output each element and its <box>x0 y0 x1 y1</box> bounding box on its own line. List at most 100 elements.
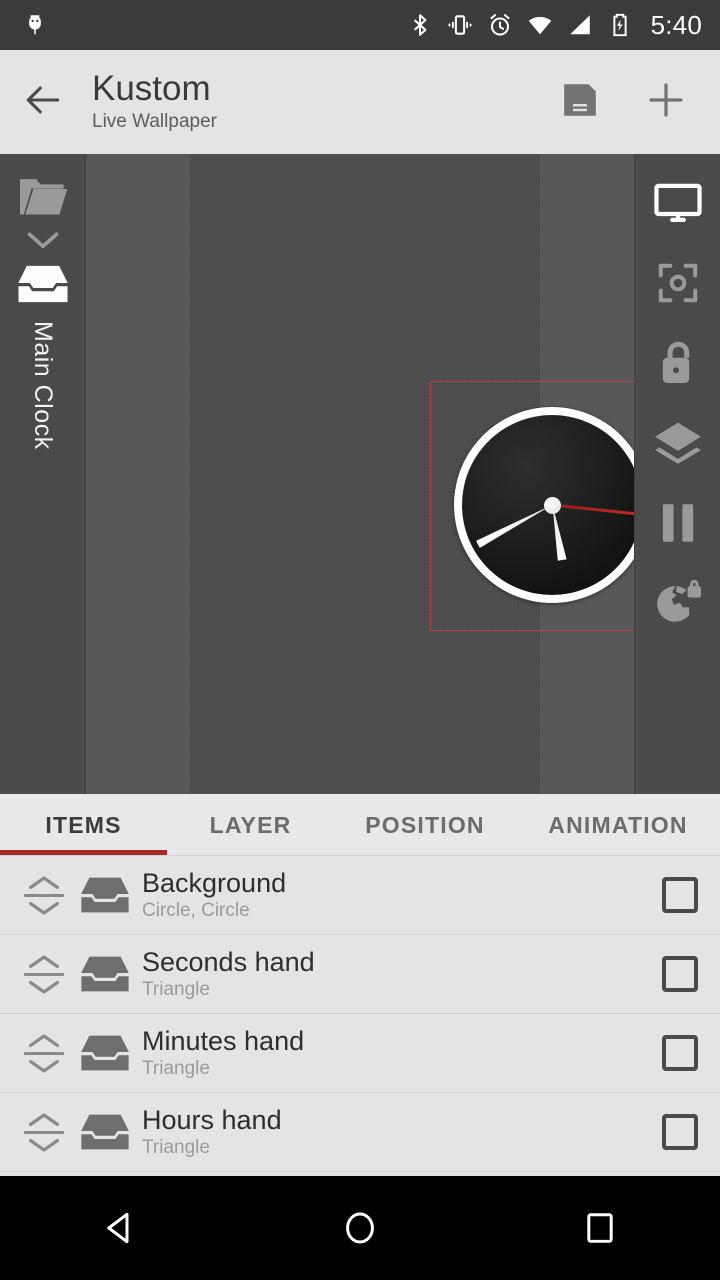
row-checkbox[interactable] <box>662 877 698 913</box>
row-subtitle: Triangle <box>142 1137 210 1159</box>
row-title: Background <box>142 867 287 898</box>
save-icon <box>558 78 602 127</box>
row-checkbox[interactable] <box>662 1114 698 1150</box>
inbox-icon <box>81 877 129 913</box>
battery-charging-icon <box>607 12 633 38</box>
chevron-up-icon <box>29 875 59 889</box>
save-button[interactable] <box>552 74 608 130</box>
back-arrow-icon <box>21 78 65 127</box>
wifi-icon <box>527 12 553 38</box>
wallpaper-preview[interactable]: Main Clock <box>0 154 720 794</box>
alarm-icon <box>487 12 513 38</box>
row-icon <box>72 874 138 916</box>
row-icon <box>72 1111 138 1153</box>
folder-button[interactable] <box>16 176 70 223</box>
android-debug-icon <box>22 12 48 38</box>
drag-divider <box>24 893 64 897</box>
unlock-icon <box>655 339 701 392</box>
unlock-button[interactable] <box>649 338 707 392</box>
inbox-icon <box>81 1035 129 1071</box>
tab-bar: ITEMS LAYER POSITION ANIMATION <box>0 794 720 856</box>
chevron-up-icon <box>29 1033 59 1047</box>
chevron-down-icon <box>29 1059 59 1073</box>
drag-divider <box>24 1130 64 1134</box>
nav-home-icon <box>346 1212 374 1244</box>
row-title: Hours hand <box>142 1104 282 1135</box>
status-bar-right: 5:40 <box>407 10 720 41</box>
row-subtitle: Triangle <box>142 1058 210 1080</box>
layers-icon <box>653 420 703 471</box>
row-checkbox[interactable] <box>662 956 698 992</box>
globe-lock-icon <box>653 579 703 631</box>
drag-divider <box>24 1051 64 1055</box>
global-lock-button[interactable] <box>649 578 707 632</box>
module-label: Main Clock <box>29 321 57 450</box>
folder-icon <box>16 179 70 222</box>
chevron-up-icon <box>29 1112 59 1126</box>
row-text: Minutes hand Triangle <box>142 1026 304 1080</box>
table-row[interactable]: Hours hand Triangle <box>0 1093 720 1172</box>
tab-position[interactable]: POSITION <box>334 794 516 855</box>
clock-widget[interactable] <box>454 407 650 603</box>
drag-handle[interactable] <box>16 875 72 916</box>
row-title: Seconds hand <box>142 946 315 977</box>
row-icon <box>72 1032 138 1074</box>
nav-home-button[interactable] <box>300 1176 420 1280</box>
back-button[interactable] <box>0 50 86 154</box>
app-bar: Kustom Live Wallpaper <box>0 50 720 154</box>
table-row[interactable]: Minutes hand Triangle <box>0 1014 720 1093</box>
items-list: Background Circle, Circle Seconds hand T… <box>0 856 720 1176</box>
center-focus-button[interactable] <box>649 258 707 312</box>
status-bar-left <box>0 12 48 38</box>
clock-minute-hand <box>476 501 554 547</box>
row-text: Background Circle, Circle <box>142 868 286 922</box>
nav-recents-button[interactable] <box>540 1176 660 1280</box>
row-checkbox[interactable] <box>662 1035 698 1071</box>
row-subtitle: Triangle <box>142 979 210 1001</box>
wallpaper-canvas[interactable] <box>190 154 678 794</box>
tab-items[interactable]: ITEMS <box>0 794 167 855</box>
row-subtitle: Circle, Circle <box>142 900 250 922</box>
add-button[interactable] <box>638 74 694 130</box>
table-row[interactable]: Seconds hand Triangle <box>0 935 720 1014</box>
bluetooth-icon <box>407 12 433 38</box>
screen-preview-button[interactable] <box>649 178 707 232</box>
nav-back-button[interactable] <box>60 1176 180 1280</box>
chevron-down-icon <box>29 1138 59 1152</box>
system-nav-bar <box>0 1176 720 1280</box>
pause-button[interactable] <box>649 498 707 552</box>
status-bar: 5:40 <box>0 0 720 50</box>
clock-center-hub <box>543 496 561 514</box>
chevron-down-icon <box>29 980 59 994</box>
inbox-icon <box>16 265 70 310</box>
app-root: 5:40 Kustom Live Wallpaper Main Clock IT… <box>0 0 720 1280</box>
inbox-icon <box>81 956 129 992</box>
inbox-icon <box>81 1114 129 1150</box>
drag-handle[interactable] <box>16 1112 72 1153</box>
clock-face <box>462 415 642 595</box>
drag-handle[interactable] <box>16 954 72 995</box>
nav-back-icon <box>107 1212 129 1244</box>
clock-second-hand <box>551 503 634 516</box>
module-button[interactable] <box>16 262 70 311</box>
preview-right-sidebar <box>634 154 720 794</box>
app-bar-actions <box>552 74 720 130</box>
plus-icon <box>643 77 689 128</box>
expand-button[interactable] <box>26 229 60 256</box>
row-icon <box>72 953 138 995</box>
drag-divider <box>24 972 64 976</box>
tab-layer[interactable]: LAYER <box>167 794 334 855</box>
tab-animation[interactable]: ANIMATION <box>516 794 720 855</box>
chevron-down-icon <box>26 232 60 255</box>
table-row[interactable]: Background Circle, Circle <box>0 856 720 935</box>
preview-left-sidebar: Main Clock <box>0 154 86 794</box>
layers-button[interactable] <box>649 418 707 472</box>
vibrate-icon <box>447 12 473 38</box>
chevron-up-icon <box>29 954 59 968</box>
row-text: Hours hand Triangle <box>142 1105 282 1159</box>
nav-recents-icon <box>587 1213 613 1243</box>
status-bar-clock: 5:40 <box>650 9 702 40</box>
drag-handle[interactable] <box>16 1033 72 1074</box>
chevron-down-icon <box>29 901 59 915</box>
page-subtitle: Live Wallpaper <box>92 110 217 132</box>
